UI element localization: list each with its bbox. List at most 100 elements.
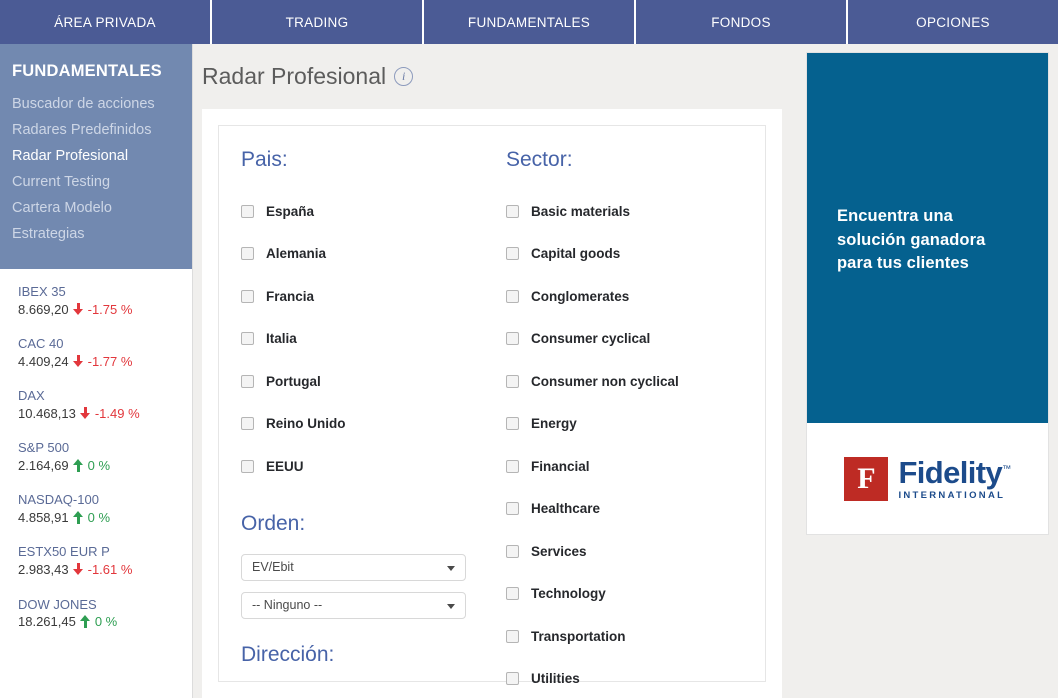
arrow-up-icon: [80, 615, 91, 629]
country-option[interactable]: EEUU: [241, 445, 506, 488]
market-index-change: -1.77 %: [87, 353, 133, 369]
ad-image-area: Encuentra una solución ganadora para tus…: [807, 53, 1048, 423]
ad-headline: Encuentra una solución ganadora para tus…: [837, 205, 985, 276]
country-option-label: Reino Unido: [266, 416, 346, 432]
info-icon[interactable]: i: [394, 67, 414, 86]
nav-tab-3[interactable]: FONDOS: [636, 0, 848, 44]
sidebar-item-0[interactable]: Buscador de acciones: [0, 91, 192, 117]
sector-option[interactable]: Financial: [506, 445, 765, 488]
checkbox-unchecked-icon[interactable]: [241, 417, 254, 431]
checkbox-unchecked-icon[interactable]: [506, 374, 519, 388]
checkbox-unchecked-icon[interactable]: [506, 459, 519, 473]
country-option[interactable]: Reino Unido: [241, 403, 506, 446]
checkbox-unchecked-icon[interactable]: [506, 204, 519, 218]
nav-tab-0[interactable]: ÁREA PRIVADA: [0, 0, 212, 44]
checkbox-unchecked-icon[interactable]: [241, 459, 254, 473]
sector-option-label: Financial: [531, 458, 590, 474]
country-option[interactable]: Francia: [241, 275, 506, 318]
sector-option[interactable]: Consumer cyclical: [506, 318, 765, 361]
sector-option[interactable]: Energy: [506, 403, 765, 446]
country-option-label: Alemania: [266, 246, 327, 262]
sector-option-label: Technology: [531, 586, 606, 602]
market-index-values: 4.409,24 -1.77 %: [18, 353, 192, 371]
nav-tab-4[interactable]: OPCIONES: [848, 0, 1058, 44]
page-header: Radar Profesional i: [193, 44, 782, 109]
sector-option[interactable]: Basic materials: [506, 190, 765, 233]
sector-option[interactable]: Capital goods: [506, 233, 765, 276]
order-select-0[interactable]: EV/Ebit: [241, 553, 466, 581]
sector-option[interactable]: Technology: [506, 573, 765, 616]
sector-option-label: Transportation: [531, 628, 626, 644]
checkbox-unchecked-icon[interactable]: [506, 587, 519, 601]
market-index-list: IBEX 35 8.669,20 -1.75 % CAC 40 4.409,24 -1.7…: [0, 269, 192, 656]
market-index-change: 0 %: [87, 509, 111, 525]
checkbox-unchecked-icon[interactable]: [241, 374, 254, 388]
order-select-1[interactable]: -- Ninguno --: [241, 591, 466, 619]
sidebar-item-3[interactable]: Current Testing: [0, 169, 192, 195]
market-index-item[interactable]: DOW JONES 18.261,45 0 %: [18, 596, 192, 631]
market-index-values: 10.468,13 -1.49 %: [18, 405, 192, 423]
market-index-item[interactable]: IBEX 35 8.669,20 -1.75 %: [18, 283, 192, 318]
country-option-label: Francia: [266, 288, 315, 304]
arrow-down-icon: [73, 563, 84, 576]
sidebar-menu: FUNDAMENTALES Buscador de acciones Radare…: [0, 44, 192, 269]
checkbox-unchecked-icon[interactable]: [506, 672, 519, 686]
sector-option-label: Capital goods: [531, 246, 621, 262]
market-index-value: 4.858,91: [18, 509, 69, 525]
fidelity-brand-word: Fidelity: [898, 454, 1003, 490]
market-index-change: -1.75 %: [87, 301, 133, 317]
checkbox-unchecked-icon[interactable]: [506, 502, 519, 516]
checkbox-unchecked-icon[interactable]: [241, 247, 254, 261]
sector-option[interactable]: Utilities: [506, 658, 765, 698]
country-group-label: Pais:: [241, 148, 288, 171]
direction-option[interactable]: Largo: [241, 685, 506, 698]
country-option[interactable]: España: [241, 190, 506, 233]
sector-option-label: Healthcare: [531, 501, 601, 517]
sidebar-item-4[interactable]: Cartera Modelo: [0, 195, 192, 221]
sector-option[interactable]: Consumer non cyclical: [506, 360, 765, 403]
chevron-down-icon: [447, 565, 455, 571]
nav-tab-1[interactable]: TRADING: [212, 0, 424, 44]
trademark-icon: ™: [1002, 463, 1011, 474]
market-index-item[interactable]: S&P 500 2.164,69 0 %: [18, 439, 192, 474]
checkbox-unchecked-icon[interactable]: [241, 332, 254, 346]
market-index-name: S&P 500: [18, 440, 70, 456]
checkbox-unchecked-icon[interactable]: [506, 629, 519, 643]
market-index-item[interactable]: CAC 40 4.409,24 -1.77 %: [18, 335, 192, 370]
checkbox-unchecked-icon[interactable]: [506, 332, 519, 346]
sidebar-item-1[interactable]: Radares Predefinidos: [0, 117, 192, 143]
direction-group-label: Dirección:: [241, 642, 335, 666]
sector-option[interactable]: Conglomerates: [506, 275, 765, 318]
sector-option[interactable]: Healthcare: [506, 488, 765, 531]
advertisement-banner[interactable]: Encuentra una solución ganadora para tus…: [806, 52, 1049, 535]
fidelity-logo-text: Fidelity™ INTERNATIONAL: [898, 454, 1011, 501]
market-index-item[interactable]: NASDAQ-100 4.858,91 0 %: [18, 491, 192, 526]
checkbox-unchecked-icon[interactable]: [506, 544, 519, 558]
sector-option[interactable]: Transportation: [506, 615, 765, 658]
fidelity-logo-mark: F: [844, 456, 889, 501]
market-index-name: ESTX50 EUR P: [18, 544, 110, 560]
country-option[interactable]: Alemania: [241, 233, 506, 276]
checkbox-unchecked-icon[interactable]: [506, 289, 519, 303]
checkbox-unchecked-icon[interactable]: [241, 289, 254, 303]
market-index-item[interactable]: ESTX50 EUR P 2.983,43 -1.61 %: [18, 543, 192, 578]
chevron-down-icon: [447, 603, 455, 609]
country-option[interactable]: Portugal: [241, 360, 506, 403]
checkbox-unchecked-icon[interactable]: [506, 247, 519, 261]
sidebar-item-2[interactable]: Radar Profesional: [0, 143, 192, 169]
market-index-change: -1.49 %: [94, 405, 140, 421]
market-index-name: IBEX 35: [18, 284, 66, 299]
country-option[interactable]: Italia: [241, 318, 506, 361]
ad-headline-line-3: para tus clientes: [837, 254, 969, 273]
sidebar-item-5[interactable]: Estrategias: [0, 221, 192, 247]
app-root: ÁREA PRIVADA TRADING FUNDAMENTALES FONDOS OP…: [0, 0, 1058, 698]
filter-column-right: Sector: Basic materials Capital goods Cong…: [506, 148, 765, 686]
market-index-item[interactable]: DAX 10.468,13 -1.49 %: [18, 387, 192, 422]
market-index-value: 18.261,45: [18, 614, 76, 630]
sector-option[interactable]: Services: [506, 530, 765, 573]
sector-option-label: Basic materials: [531, 203, 631, 219]
market-index-value: 8.669,20: [18, 301, 69, 317]
nav-tab-2[interactable]: FUNDAMENTALES: [424, 0, 636, 44]
checkbox-unchecked-icon[interactable]: [506, 417, 519, 431]
checkbox-unchecked-icon[interactable]: [241, 204, 254, 218]
